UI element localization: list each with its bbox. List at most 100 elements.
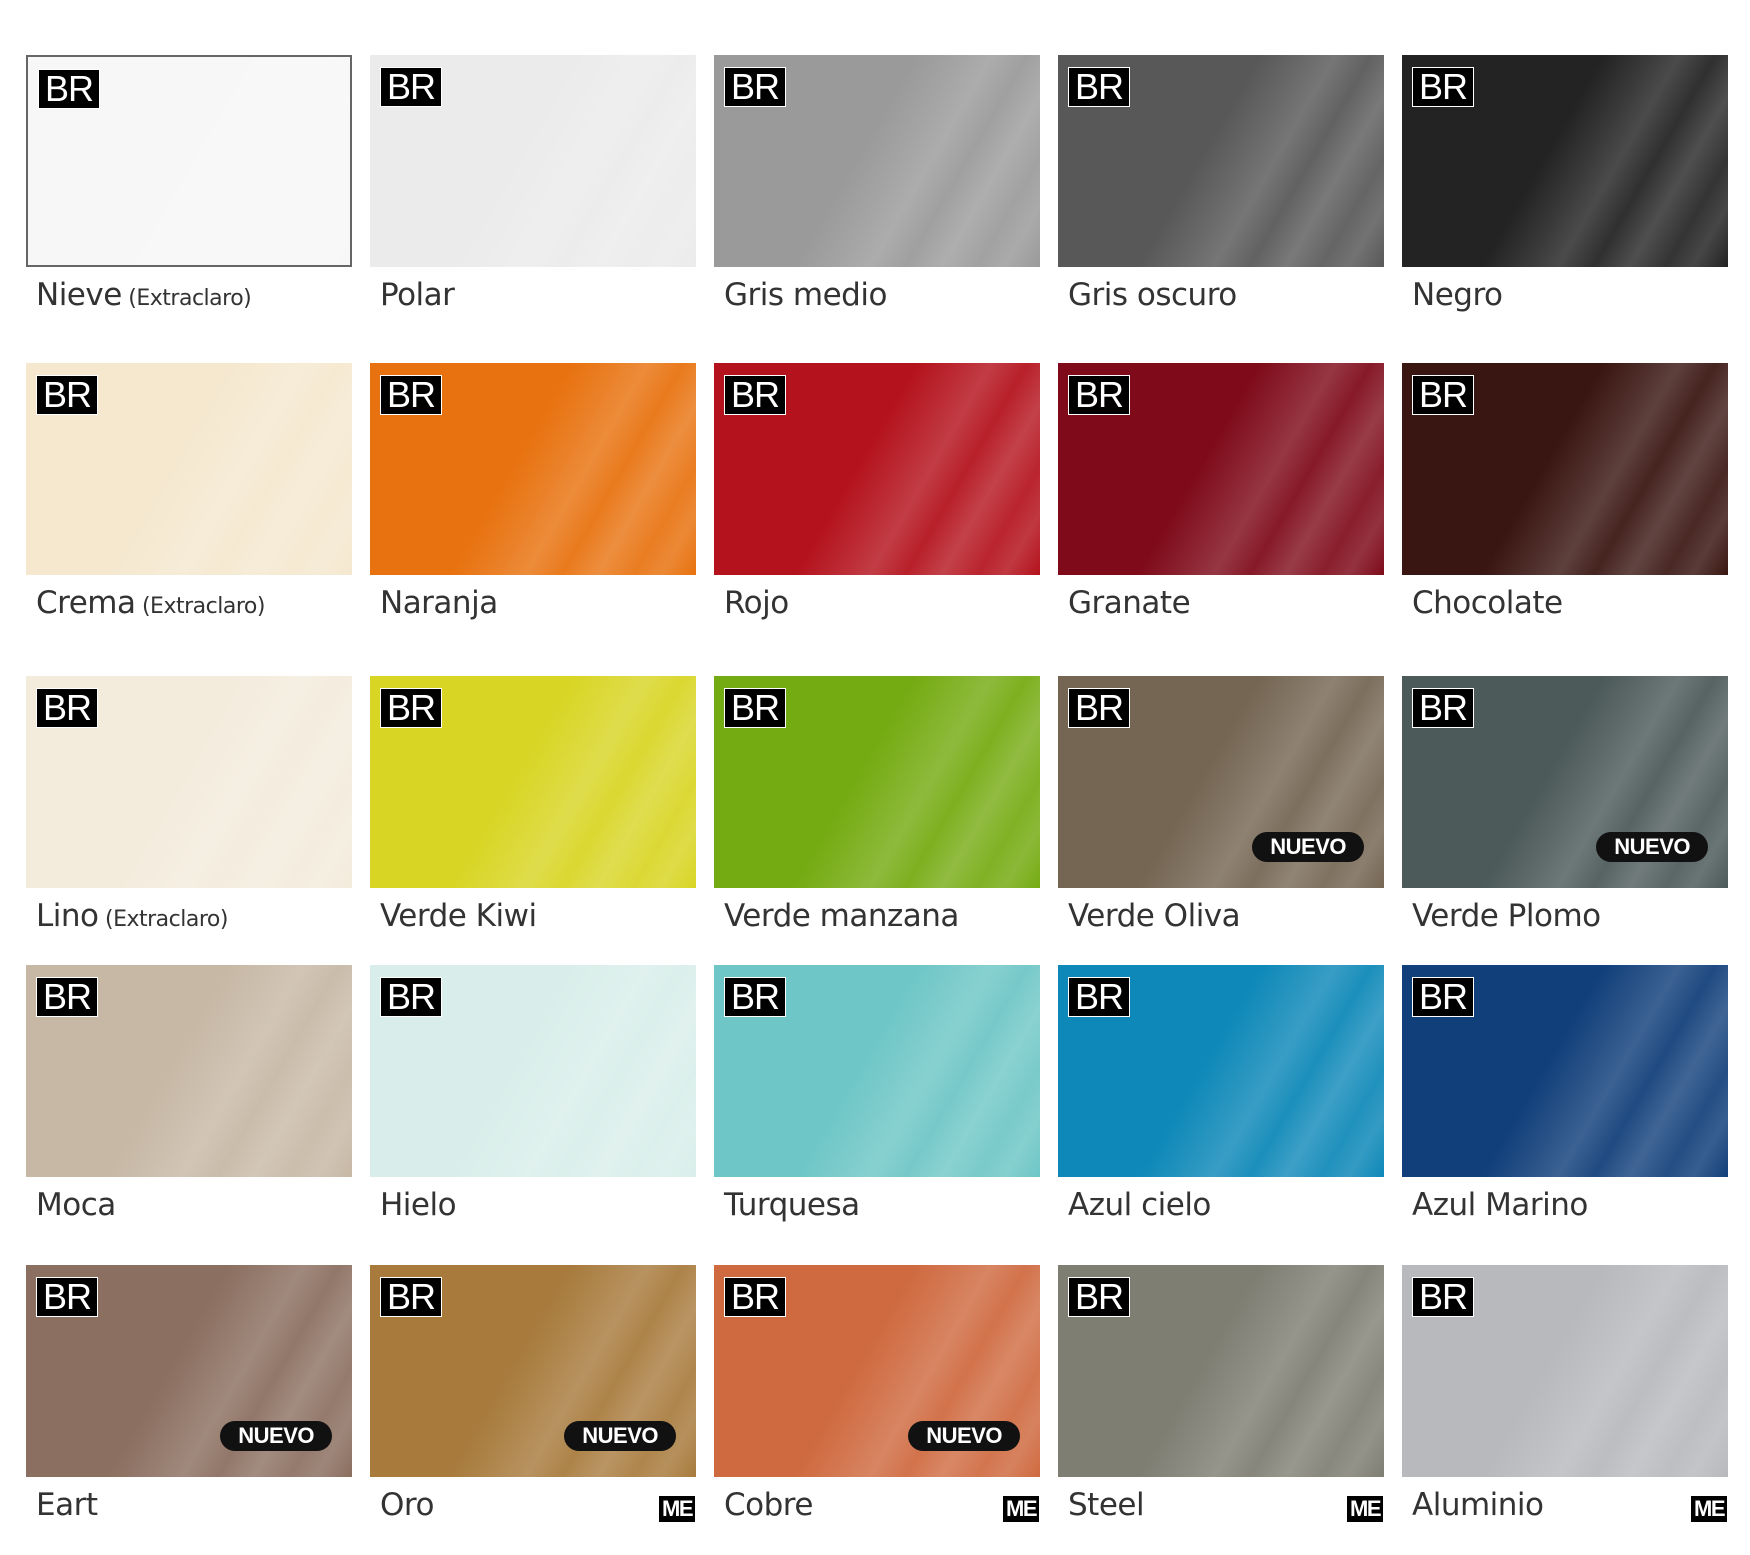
color-name: Hielo: [380, 1187, 457, 1223]
color-label-row: Hielo: [370, 1187, 696, 1247]
color-swatch[interactable]: BR: [26, 965, 352, 1177]
color-name-text: Hielo: [380, 1187, 457, 1223]
color-card[interactable]: BR Crema (Extraclaro): [26, 363, 352, 653]
color-name-text: Turquesa: [724, 1187, 860, 1223]
color-name: Turquesa: [724, 1187, 860, 1223]
color-swatch[interactable]: BR: [1402, 55, 1728, 267]
br-badge: BR: [380, 1277, 443, 1317]
color-swatch[interactable]: BR NUEVO: [1402, 676, 1728, 888]
color-swatch[interactable]: BR: [714, 965, 1040, 1177]
color-swatch[interactable]: BR NUEVO: [714, 1265, 1040, 1477]
nuevo-badge: NUEVO: [220, 1421, 332, 1451]
color-card[interactable]: BR Granate: [1058, 363, 1384, 653]
color-swatch[interactable]: BR: [1402, 363, 1728, 575]
color-card[interactable]: BR NUEVO Eart: [26, 1265, 352, 1555]
color-label-row: Turquesa: [714, 1187, 1040, 1247]
color-name-suffix: (Extraclaro): [135, 594, 265, 619]
color-card[interactable]: BR Polar: [370, 55, 696, 345]
color-card[interactable]: BR NUEVO Verde Plomo: [1402, 676, 1728, 966]
br-badge: BR: [380, 688, 443, 728]
color-card[interactable]: BR Negro: [1402, 55, 1728, 345]
color-name-text: Polar: [380, 277, 455, 313]
color-name-text: Aluminio: [1412, 1487, 1544, 1523]
color-name-text: Moca: [36, 1187, 116, 1223]
color-name: Eart: [36, 1487, 98, 1523]
color-card[interactable]: BR Gris oscuro: [1058, 55, 1384, 345]
color-name: Azul Marino: [1412, 1187, 1588, 1223]
color-name-text: Eart: [36, 1487, 98, 1523]
color-card[interactable]: BR NUEVO Cobre ME: [714, 1265, 1040, 1555]
br-badge: BR: [1412, 977, 1475, 1017]
color-swatch[interactable]: BR: [1058, 363, 1384, 575]
color-name: Gris medio: [724, 277, 887, 313]
color-swatch[interactable]: BR: [370, 676, 696, 888]
br-badge: BR: [724, 67, 787, 107]
color-label-row: Moca: [26, 1187, 352, 1247]
nuevo-badge: NUEVO: [1596, 832, 1708, 862]
nuevo-badge: NUEVO: [908, 1421, 1020, 1451]
color-swatch[interactable]: BR: [1402, 965, 1728, 1177]
color-swatch[interactable]: BR NUEVO: [26, 1265, 352, 1477]
color-card[interactable]: BR Aluminio ME: [1402, 1265, 1728, 1555]
color-swatch[interactable]: BR: [26, 676, 352, 888]
color-swatch[interactable]: BR: [26, 363, 352, 575]
color-swatch[interactable]: BR: [714, 55, 1040, 267]
color-card[interactable]: BR Lino (Extraclaro): [26, 676, 352, 966]
color-card[interactable]: BR Steel ME: [1058, 1265, 1384, 1555]
color-label-row: Gris oscuro: [1058, 277, 1384, 337]
color-swatch[interactable]: BR NUEVO: [1058, 676, 1384, 888]
nuevo-badge: NUEVO: [564, 1421, 676, 1451]
color-card[interactable]: BR Nieve (Extraclaro): [26, 55, 352, 345]
color-label-row: Lino (Extraclaro): [26, 898, 352, 958]
color-name-text: Verde Oliva: [1068, 898, 1241, 934]
color-label-row: Verde Oliva: [1058, 898, 1384, 958]
color-card[interactable]: BR Verde manzana: [714, 676, 1040, 966]
color-label-row: Negro: [1402, 277, 1728, 337]
br-badge: BR: [724, 977, 787, 1017]
color-card[interactable]: BR Azul Marino: [1402, 965, 1728, 1255]
color-swatch[interactable]: BR: [26, 55, 352, 267]
color-name: Granate: [1068, 585, 1191, 621]
color-card[interactable]: BR Chocolate: [1402, 363, 1728, 653]
color-swatch[interactable]: BR: [370, 363, 696, 575]
color-card[interactable]: BR Hielo: [370, 965, 696, 1255]
color-swatch[interactable]: BR: [1058, 1265, 1384, 1477]
color-card[interactable]: BR Azul cielo: [1058, 965, 1384, 1255]
br-badge: BR: [1412, 67, 1475, 107]
color-card[interactable]: BR Naranja: [370, 363, 696, 653]
color-card[interactable]: BR NUEVO Oro ME: [370, 1265, 696, 1555]
color-card[interactable]: BR Turquesa: [714, 965, 1040, 1255]
color-label-row: Naranja: [370, 585, 696, 645]
color-name: Nieve (Extraclaro): [36, 277, 252, 313]
br-badge: BR: [1068, 688, 1131, 728]
color-card[interactable]: BR Gris medio: [714, 55, 1040, 345]
color-label-row: Gris medio: [714, 277, 1040, 337]
color-card[interactable]: BR Verde Kiwi: [370, 676, 696, 966]
br-badge: BR: [1068, 977, 1131, 1017]
color-label-row: Azul cielo: [1058, 1187, 1384, 1247]
color-name: Oro: [380, 1487, 434, 1523]
color-name: Steel: [1068, 1487, 1145, 1523]
color-swatch[interactable]: BR: [714, 363, 1040, 575]
me-badge: ME: [1346, 1495, 1384, 1523]
color-card[interactable]: BR Rojo: [714, 363, 1040, 653]
color-swatch[interactable]: BR: [370, 965, 696, 1177]
color-name: Gris oscuro: [1068, 277, 1237, 313]
br-badge: BR: [38, 69, 101, 109]
me-badge: ME: [1690, 1495, 1728, 1523]
color-name: Moca: [36, 1187, 116, 1223]
color-name: Naranja: [380, 585, 498, 621]
color-swatch[interactable]: BR NUEVO: [370, 1265, 696, 1477]
color-name-text: Lino: [36, 898, 99, 934]
color-name-text: Rojo: [724, 585, 789, 621]
color-swatch[interactable]: BR: [1402, 1265, 1728, 1477]
color-name-text: Granate: [1068, 585, 1191, 621]
color-swatch[interactable]: BR: [1058, 965, 1384, 1177]
color-card[interactable]: BR Moca: [26, 965, 352, 1255]
color-name: Negro: [1412, 277, 1503, 313]
br-badge: BR: [380, 67, 443, 107]
color-swatch[interactable]: BR: [714, 676, 1040, 888]
color-swatch[interactable]: BR: [1058, 55, 1384, 267]
color-swatch[interactable]: BR: [370, 55, 696, 267]
color-card[interactable]: BR NUEVO Verde Oliva: [1058, 676, 1384, 966]
